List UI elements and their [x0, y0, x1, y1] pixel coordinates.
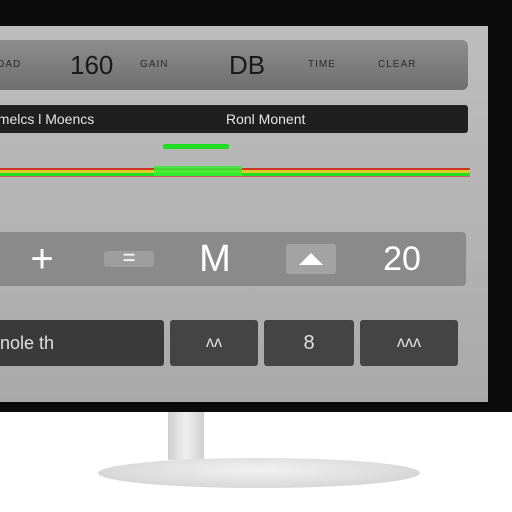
wave-button-1[interactable]: ᴧᴧ	[170, 320, 258, 366]
wave-button-2[interactable]: ᴧᴧᴧ	[360, 320, 458, 366]
mode-left-label: amelcs l Moencs	[0, 111, 95, 127]
top-label-2: GAIN	[140, 59, 169, 70]
monitor-stand-neck	[168, 412, 204, 460]
level-meter	[0, 142, 488, 190]
level-meter-graphic	[0, 144, 470, 177]
monitor-screen: LOAD 160 GAIN DB TIME CLEAR amelcs l Moe…	[0, 26, 488, 402]
caret-up-icon	[299, 253, 323, 265]
top-label-3: TIME	[308, 59, 336, 70]
m-button[interactable]: M	[190, 232, 240, 286]
label-field[interactable]: nole th	[0, 320, 164, 366]
meter-underline	[0, 176, 470, 177]
equals-button[interactable]: =	[104, 247, 154, 269]
meter-peak-indicator	[163, 144, 229, 149]
plus-button[interactable]: +	[22, 232, 62, 286]
key-row: + = M 20	[0, 232, 466, 286]
mode-bar: amelcs l Moencs Ronl Monent	[0, 105, 468, 133]
top-value-2: DB	[229, 50, 266, 80]
number-button[interactable]: 8	[264, 320, 354, 366]
meter-active-block	[154, 166, 242, 176]
top-label-1: LOAD	[0, 59, 22, 70]
monitor-stand-base	[98, 458, 420, 488]
top-value-1: 160	[70, 50, 114, 80]
value-display: 20	[383, 240, 421, 278]
mode-right-label: Ronl Monent	[226, 111, 306, 127]
top-label-4: CLEAR	[378, 59, 417, 70]
top-status-bar: LOAD 160 GAIN DB TIME CLEAR	[0, 40, 468, 90]
up-button[interactable]	[286, 244, 336, 274]
